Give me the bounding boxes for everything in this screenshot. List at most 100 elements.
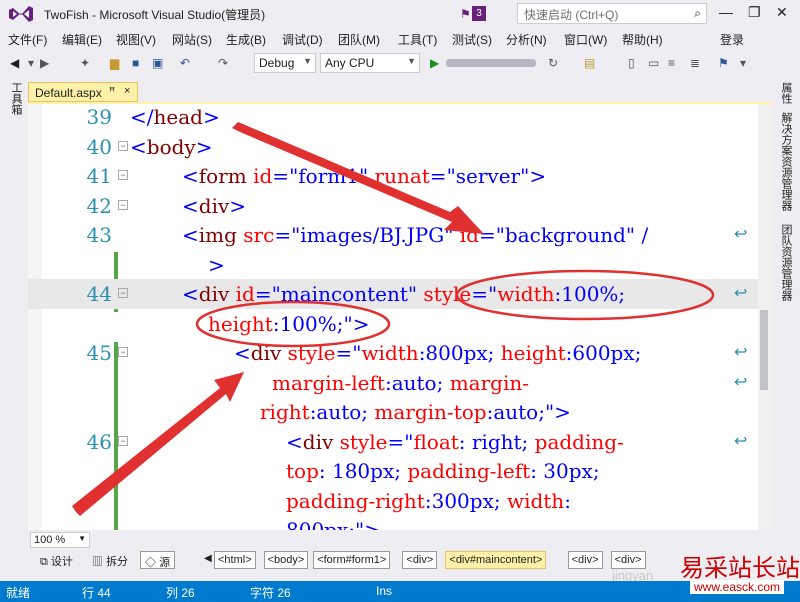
feedback-flag-icon[interactable]: ⚑ [460, 7, 471, 21]
breadcrumb-item[interactable]: <div> [567, 551, 603, 569]
team-explorer-tab[interactable]: 团队资源管理器 [778, 224, 794, 301]
collapse-icon[interactable]: − [118, 347, 128, 357]
code-line[interactable]: right:auto; margin-top:auto;"> [28, 397, 772, 427]
menu-test[interactable]: 测试(S) [452, 31, 492, 48]
code-token: :100%; [554, 282, 626, 306]
split-view-button[interactable]: ▥ 拆分 [88, 551, 132, 569]
properties-tab[interactable]: 属性 [778, 82, 794, 104]
line-number: 45 [86, 341, 112, 365]
zoom-select[interactable]: 100 % ▼ [30, 532, 90, 548]
comment-icon[interactable]: ≡ [668, 56, 675, 70]
menu-team[interactable]: 团队(M) [338, 31, 380, 48]
menu-file[interactable]: 文件(F) [8, 31, 47, 48]
breadcrumb-item[interactable]: <div#maincontent> [445, 551, 547, 569]
dropdown-icon[interactable]: ▾ [28, 56, 34, 70]
forward-icon[interactable]: ▶ [40, 56, 49, 70]
code-token: :800px; [418, 341, 501, 365]
back-icon[interactable]: ◀ [10, 56, 19, 70]
run-icon[interactable]: ▶ [430, 56, 439, 70]
window-title: TwoFish - Microsoft Visual Studio(管理员) [44, 7, 266, 22]
scrollbar-thumb[interactable] [760, 310, 768, 390]
code-token: runat [368, 164, 430, 188]
breadcrumb-item[interactable]: <body> [263, 551, 309, 569]
undo-icon[interactable]: ↶ [180, 56, 190, 70]
close-button[interactable]: ✕ [776, 4, 788, 21]
menu-tools[interactable]: 工具(T) [398, 31, 437, 48]
menu-website[interactable]: 网站(S) [172, 31, 212, 48]
menu-edit[interactable]: 编辑(E) [62, 31, 102, 48]
save-all-icon[interactable]: ▣ [152, 56, 163, 70]
code-text: <div> [182, 191, 246, 221]
collapse-icon[interactable]: − [118, 170, 128, 180]
bookmark-icon[interactable]: ⚑ [718, 56, 729, 70]
document-icon[interactable]: ▯ [628, 56, 635, 70]
menu-window[interactable]: 窗口(W) [564, 31, 607, 48]
breadcrumb-item[interactable]: <div> [610, 551, 646, 569]
menu-debug[interactable]: 调试(D) [282, 31, 323, 48]
code-token: div [302, 429, 340, 454]
collapse-icon[interactable]: − [118, 435, 128, 446]
code-line[interactable]: 42− <div> [28, 191, 772, 221]
code-token: : 30px; [530, 459, 600, 483]
redo-icon[interactable]: ↷ [218, 56, 228, 70]
line-number: 41 [86, 164, 112, 188]
code-line[interactable]: 40− <body> [28, 132, 772, 162]
collapse-icon[interactable]: − [118, 140, 128, 151]
code-token: = [429, 164, 447, 188]
menu-analyze[interactable]: 分析(N) [506, 31, 547, 48]
configuration-select[interactable]: Debug ▼ [254, 53, 316, 73]
code-line[interactable]: padding-right:300px; width: [28, 486, 772, 516]
source-view-button[interactable]: ◇ 源 [140, 551, 176, 569]
pin-icon[interactable]: ꟸ [109, 85, 115, 98]
toolbar-options-icon[interactable]: ▾ [740, 56, 746, 70]
new-project-icon[interactable]: ✦ [80, 56, 90, 70]
find-icon[interactable]: ▤ [584, 56, 595, 70]
save-icon[interactable]: ■ [132, 56, 139, 70]
code-editor[interactable]: 39 </head> 40− <body> 41− <form id="form1" ru… [28, 104, 772, 530]
code-line[interactable]: 45− <div style="width:800px; height:600px… [28, 338, 772, 368]
code-token: :600px; [565, 341, 642, 365]
uncomment-icon[interactable]: ≣ [690, 56, 700, 70]
code-line[interactable]: 46− <div style="float: right; padding- ↩ [28, 427, 772, 457]
collapse-icon[interactable]: − [118, 199, 128, 210]
quick-launch-placeholder: 快速启动 (Ctrl+Q) [524, 8, 619, 22]
code-token: "images/BJ.JPG" [291, 223, 454, 247]
design-view-button[interactable]: ⧉ 设计 [36, 551, 77, 569]
code-line[interactable]: > [28, 250, 772, 280]
menu-view[interactable]: 视图(V) [116, 31, 156, 48]
restore-button[interactable]: ❐ [748, 4, 761, 21]
tab-default-aspx[interactable]: Default.aspx ꟸ × [28, 82, 138, 102]
code-line[interactable]: 41− <form id="form1" runat="server"> [28, 161, 772, 191]
code-token: width [506, 488, 565, 513]
code-line[interactable]: margin-left:auto; margin- ↩ [28, 368, 772, 398]
login-link[interactable]: 登录 [720, 31, 744, 48]
breadcrumb-item[interactable]: <div> [402, 551, 438, 569]
code-line[interactable]: top: 180px; padding-left: 30px; [28, 456, 772, 486]
breadcrumb-item[interactable]: <form#form1> [313, 551, 391, 569]
close-icon[interactable]: × [124, 85, 130, 97]
breadcrumb-item[interactable]: <html> [214, 551, 256, 569]
run-target-blurred[interactable] [446, 59, 536, 67]
minimize-button[interactable]: — [719, 4, 733, 20]
menu-build[interactable]: 生成(B) [226, 31, 266, 48]
platform-select[interactable]: Any CPU ▼ [320, 53, 420, 73]
menu-help[interactable]: 帮助(H) [622, 31, 663, 48]
notification-badge[interactable]: 3 [472, 6, 486, 21]
code-line[interactable]: 800px;"> [28, 515, 772, 530]
status-column: 列 26 [166, 586, 195, 600]
open-file-icon[interactable]: ▆ [110, 56, 119, 70]
code-token: =" [471, 282, 498, 306]
code-line[interactable]: 39 </head> [28, 104, 772, 132]
code-line[interactable]: 44− <div id="maincontent" style="width:10… [28, 279, 772, 309]
code-text: right:auto; margin-top:auto;"> [260, 397, 571, 427]
source-label: 源 [159, 557, 171, 569]
refresh-icon[interactable]: ↻ [548, 56, 558, 70]
solution-explorer-tab[interactable]: 解决方案资源管理器 [778, 112, 794, 211]
layout-icon[interactable]: ▭ [648, 56, 659, 70]
code-token: > [229, 193, 247, 218]
quick-launch-input[interactable]: 快速启动 (Ctrl+Q) ⌕ [517, 3, 707, 24]
collapse-icon[interactable]: − [118, 288, 128, 298]
code-line[interactable]: height:100%;"> [28, 309, 772, 339]
code-line[interactable]: 43 <img src="images/BJ.JPG" id="backgroun… [28, 220, 772, 250]
toolbox-tab[interactable]: 工具箱 [8, 82, 24, 115]
